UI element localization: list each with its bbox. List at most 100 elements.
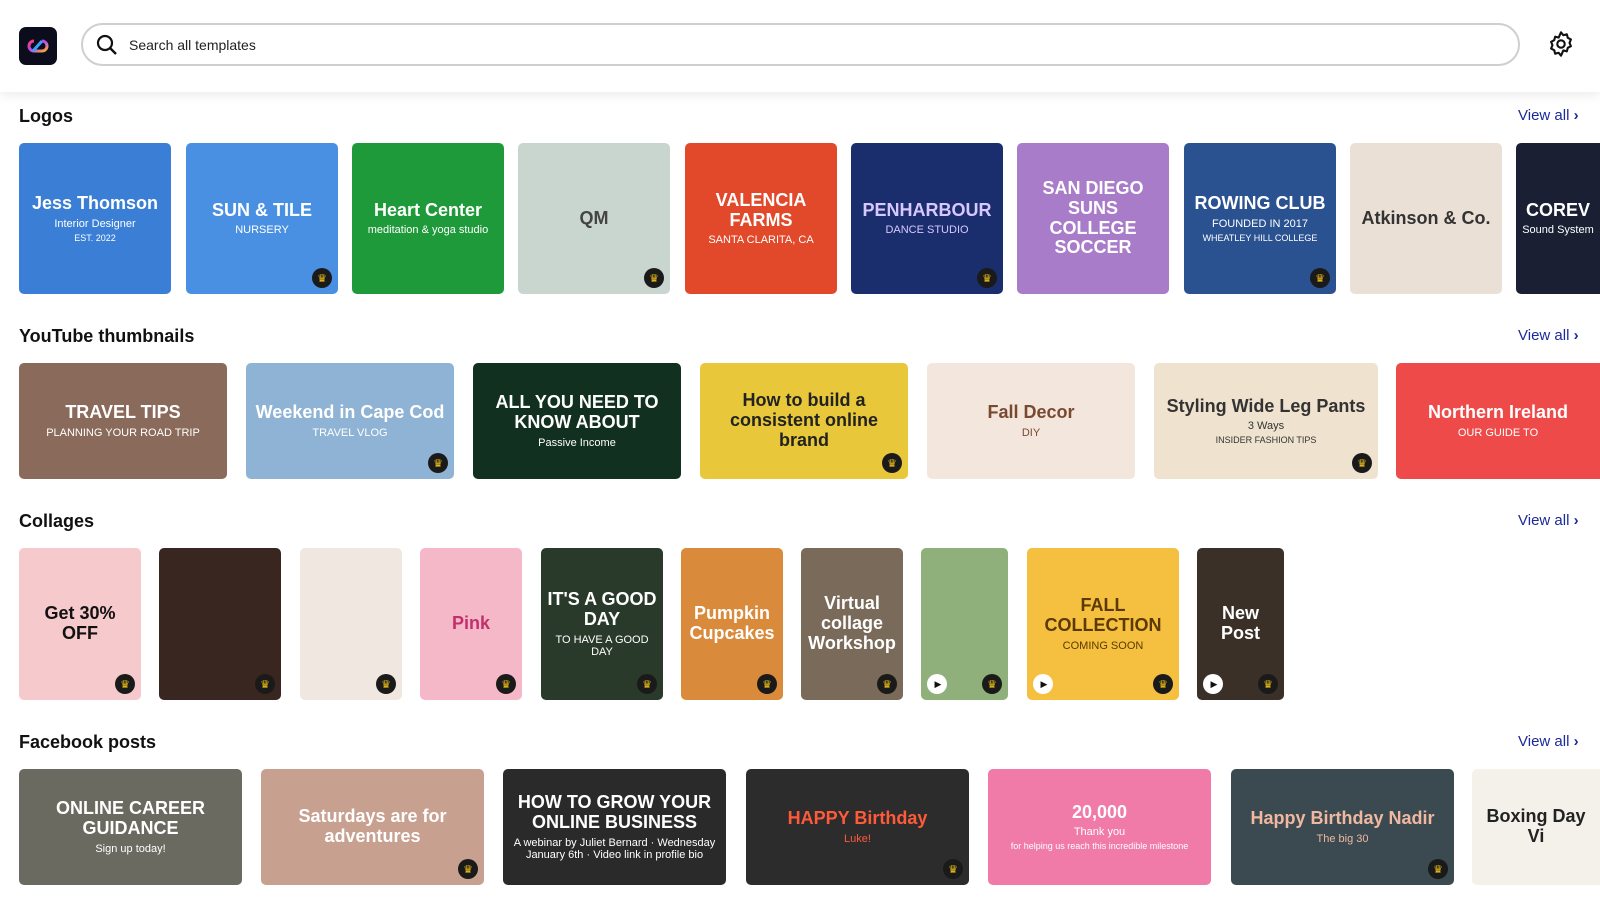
play-icon: ▶ [1033, 674, 1053, 694]
card-text: Saturdays are for adventures [298, 806, 447, 846]
template-card[interactable]: ALL YOU NEED TO KNOW ABOUT Passive Income [473, 363, 681, 479]
search-bar[interactable] [81, 23, 1520, 66]
card-text: SAN DIEGO SUNS COLLEGE SOCCER [1042, 177, 1144, 258]
template-card[interactable]: PENHARBOUR DANCE STUDIO ♛ [851, 143, 1003, 294]
card-text: ONLINE CAREER GUIDANCE [55, 798, 205, 838]
card-text: COREV [1525, 199, 1590, 220]
template-card[interactable]: SUN & TILE NURSERY ♛ [186, 143, 338, 294]
chevron-right-icon: › [1573, 107, 1579, 124]
card-text: TRAVEL VLOG [312, 426, 388, 439]
template-card[interactable]: ROWING CLUB FOUNDED IN 2017 WHEATLEY HILL … [1184, 143, 1336, 294]
template-card[interactable]: 20,000 Thank you for helping us reach this… [988, 769, 1211, 885]
premium-crown-icon: ♛ [644, 268, 664, 288]
chevron-right-icon: › [1573, 512, 1579, 529]
card-text: meditation & yoga studio [367, 224, 489, 237]
template-card[interactable]: ▶ ♛ [921, 548, 1008, 700]
template-card[interactable]: HOW TO GROW YOUR ONLINE BUSINESS A webina… [503, 769, 726, 885]
template-card[interactable]: ♛ [159, 548, 281, 700]
view-all-facebook-posts-link[interactable]: View all › [1518, 733, 1579, 750]
card-text: PENHARBOUR [862, 199, 992, 220]
card-text: Happy Birthday Nadir [1250, 808, 1435, 829]
card-text: SANTA CLARITA, CA [708, 234, 814, 247]
gear-icon[interactable] [1547, 30, 1575, 58]
premium-crown-icon: ♛ [312, 268, 332, 288]
view-all-youtube-thumbnails-link[interactable]: View all › [1518, 327, 1579, 344]
card-text: Weekend in Cape Cod [255, 402, 445, 423]
view-all-logos-link[interactable]: View all › [1518, 107, 1579, 124]
card-text: ALL YOU NEED TO KNOW ABOUT [495, 392, 659, 432]
card-text: QM [579, 207, 609, 228]
card-text: Thank you [1073, 826, 1126, 839]
template-card[interactable]: New Post ▶ ♛ [1197, 548, 1284, 700]
template-card[interactable]: SAN DIEGO SUNS COLLEGE SOCCER [1017, 143, 1169, 294]
template-card[interactable]: ♛ [300, 548, 402, 700]
card-text: Sign up today! [95, 842, 166, 855]
card-text: HOW TO GROW YOUR ONLINE BUSINESS [517, 792, 712, 832]
view-all-label: View all [1518, 733, 1570, 750]
premium-crown-icon: ♛ [977, 268, 997, 288]
template-card[interactable]: VALENCIA FARMS SANTA CLARITA, CA [685, 143, 837, 294]
template-card[interactable]: Pumpkin Cupcakes ♛ [681, 548, 783, 700]
card-text: DANCE STUDIO [885, 224, 969, 237]
card-text: 20,000 [1071, 801, 1128, 822]
template-card[interactable]: Styling Wide Leg Pants 3 Ways INSIDER FASH… [1154, 363, 1378, 479]
card-text: Fall Decor [987, 402, 1075, 423]
template-card[interactable]: FALL COLLECTION COMING SOON ▶ ♛ [1027, 548, 1179, 700]
template-card[interactable]: COREV Sound System [1516, 143, 1600, 294]
card-text: WHEATLEY HILL COLLEGE [1202, 232, 1318, 243]
card-text: COMING SOON [1062, 639, 1144, 652]
template-card[interactable]: Weekend in Cape Cod TRAVEL VLOG ♛ [246, 363, 454, 479]
section-title-facebook-posts: Facebook posts [19, 732, 157, 752]
play-icon: ▶ [1203, 674, 1223, 694]
premium-crown-icon: ♛ [1310, 268, 1330, 288]
template-card[interactable]: Atkinson & Co. [1350, 143, 1502, 294]
premium-crown-icon: ♛ [1352, 453, 1372, 473]
template-card[interactable]: Boxing Day Vi [1472, 769, 1600, 885]
card-text: HAPPY Birthday [787, 808, 928, 829]
card-text: OUR GUIDE TO [1457, 426, 1539, 439]
card-text: DIY [1021, 426, 1041, 439]
section-title-collages: Collages [19, 511, 95, 531]
template-card[interactable]: Northern Ireland OUR GUIDE TO [1396, 363, 1600, 479]
template-card[interactable]: Pink ♛ [420, 548, 522, 700]
premium-crown-icon: ♛ [757, 674, 777, 694]
card-text: PLANNING YOUR ROAD TRIP [46, 426, 200, 439]
template-card[interactable]: Happy Birthday Nadir The big 30 ♛ [1231, 769, 1454, 885]
premium-crown-icon: ♛ [1258, 674, 1278, 694]
card-text: INSIDER FASHION TIPS [1215, 435, 1317, 446]
card-text: SUN & TILE [211, 199, 312, 220]
search-icon [96, 34, 117, 55]
card-text: New Post [1220, 603, 1260, 643]
template-card[interactable]: IT'S A GOOD DAY TO HAVE A GOOD DAY ♛ [541, 548, 663, 700]
template-card[interactable]: Virtual collage Workshop ♛ [801, 548, 903, 700]
template-card[interactable]: Saturdays are for adventures ♛ [261, 769, 484, 885]
template-card[interactable]: ONLINE CAREER GUIDANCE Sign up today! [19, 769, 242, 885]
premium-crown-icon: ♛ [428, 453, 448, 473]
card-text: Sound System [1522, 224, 1594, 237]
template-card[interactable]: Jess Thomson Interior Designer EST. 2022 [19, 143, 171, 294]
card-text: Jess Thomson [31, 193, 159, 214]
premium-crown-icon: ♛ [255, 674, 275, 694]
template-card[interactable]: Heart Center meditation & yoga studio [352, 143, 504, 294]
view-all-collages-link[interactable]: View all › [1518, 512, 1579, 529]
card-text: Boxing Day Vi [1486, 806, 1586, 846]
header [0, 0, 1600, 92]
premium-crown-icon: ♛ [1153, 674, 1173, 694]
section-title-logos: Logos [19, 106, 73, 126]
premium-crown-icon: ♛ [943, 859, 963, 879]
template-card[interactable]: Get 30% OFF ♛ [19, 548, 141, 700]
template-card[interactable]: HAPPY Birthday Luke! ♛ [746, 769, 969, 885]
card-text: FOUNDED IN 2017 [1212, 217, 1308, 230]
app-logo[interactable] [19, 27, 57, 65]
template-card[interactable]: How to build a consistent online brand ♛ [700, 363, 908, 479]
chevron-right-icon: › [1573, 327, 1579, 344]
search-input[interactable] [129, 36, 1489, 53]
premium-crown-icon: ♛ [496, 674, 516, 694]
template-card[interactable]: Fall Decor DIY [927, 363, 1135, 479]
card-text: ROWING CLUB [1194, 193, 1326, 214]
card-text: VALENCIA FARMS [715, 189, 807, 230]
chevron-right-icon: › [1573, 733, 1579, 750]
template-card[interactable]: TRAVEL TIPS PLANNING YOUR ROAD TRIP [19, 363, 227, 479]
template-card[interactable]: QM ♛ [518, 143, 670, 294]
card-text: Styling Wide Leg Pants [1166, 395, 1366, 416]
